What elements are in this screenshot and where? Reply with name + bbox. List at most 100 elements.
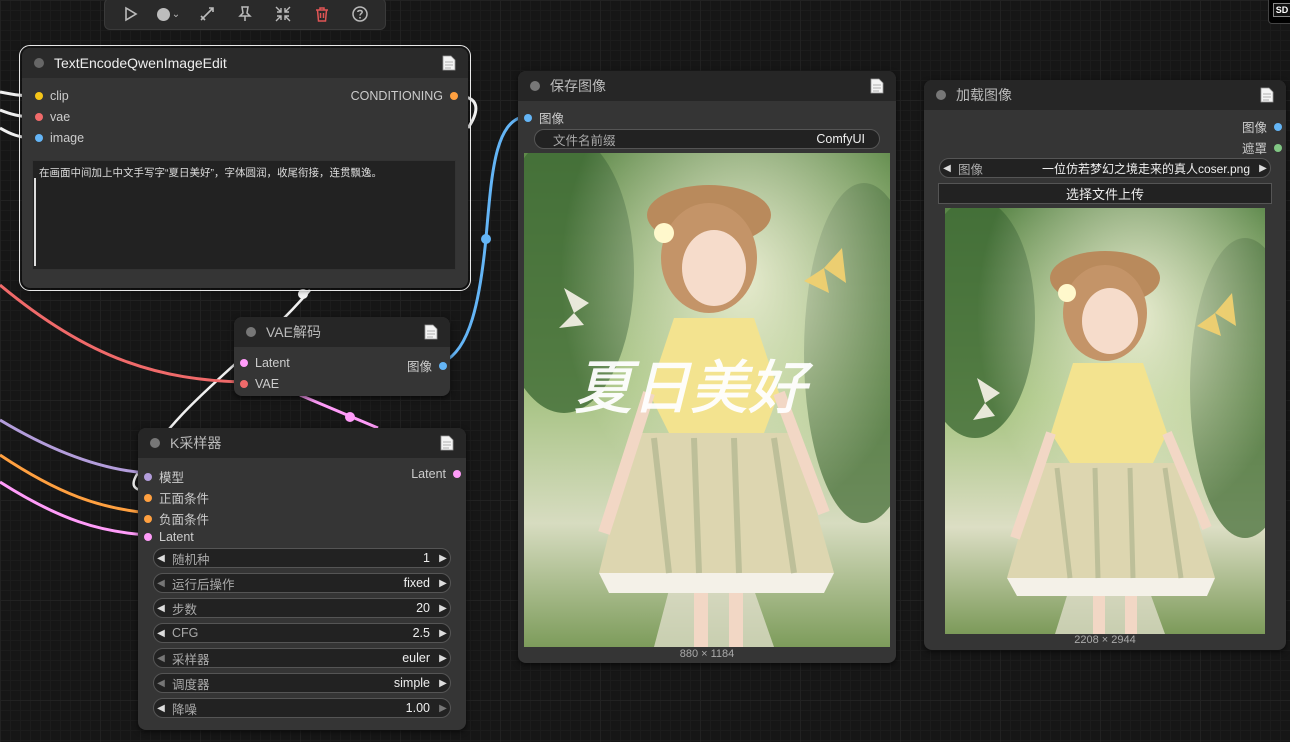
slot-latent[interactable]: Latent 图像 <box>234 353 450 374</box>
collapse-button[interactable] <box>270 1 296 27</box>
slot-vae[interactable]: VAE <box>234 374 450 395</box>
slot-mask-output[interactable]: 遮罩 <box>924 135 1286 156</box>
slot-negative[interactable]: 负面条件 <box>138 506 466 527</box>
model-slot-dot[interactable] <box>144 472 152 481</box>
seed-widget[interactable]: ◀ 随机种 1 ▶ <box>153 548 451 568</box>
image-slot-dot[interactable] <box>524 113 532 122</box>
increment-arrow-icon[interactable]: ▶ <box>436 678 450 689</box>
control-after-generate-widget[interactable]: ◀ 运行后操作 fixed ▶ <box>153 573 451 593</box>
slot-positive[interactable]: 正面条件 <box>138 485 466 506</box>
wire-latent-midpoint <box>345 412 355 422</box>
latent-slot-dot[interactable] <box>144 533 152 541</box>
latent-slot-dot[interactable] <box>240 359 248 367</box>
slot-label: VAE <box>255 377 280 391</box>
load-image-title-bar[interactable]: 加载图像 <box>924 80 1286 110</box>
negative-slot-dot[interactable] <box>144 514 152 523</box>
widget-label: 随机种 <box>172 552 210 567</box>
vae-slot-dot[interactable] <box>35 113 43 121</box>
node-collapse-dot[interactable] <box>150 438 160 448</box>
latent-output-label: Latent <box>411 467 446 481</box>
decrement-arrow-icon[interactable]: ◀ <box>154 653 168 664</box>
decrement-arrow-icon[interactable]: ◀ <box>154 578 168 589</box>
filename-prefix-widget[interactable]: 文件名前缀 ComfyUI <box>534 129 880 149</box>
decrement-arrow-icon[interactable]: ◀ <box>154 678 168 689</box>
node-title: VAE解码 <box>266 324 321 340</box>
increment-arrow-icon[interactable]: ▶ <box>436 578 450 589</box>
document-icon[interactable] <box>1260 87 1274 103</box>
increment-arrow-icon[interactable]: ▶ <box>436 553 450 564</box>
scheduler-widget[interactable]: ◀ 调度器 simple ▶ <box>153 673 451 693</box>
help-button[interactable] <box>347 1 373 27</box>
increment-arrow-icon[interactable]: ▶ <box>436 603 450 614</box>
image-slot-dot[interactable] <box>439 361 447 370</box>
increment-arrow-icon[interactable]: ▶ <box>436 628 450 639</box>
vae-decode-title-bar[interactable]: VAE解码 <box>234 317 450 347</box>
play-icon <box>125 6 138 22</box>
widget-value: 2.5 <box>412 626 430 640</box>
save-image-title-bar[interactable]: 保存图像 <box>518 71 896 101</box>
output-image-preview[interactable]: 夏日美好 <box>524 153 890 647</box>
slot-image-output[interactable]: 图像 <box>924 114 1286 135</box>
text-encode-title-bar[interactable]: TextEncodeQwenImageEdit <box>22 48 468 78</box>
decrement-arrow-icon[interactable]: ◀ <box>154 628 168 639</box>
increment-arrow-icon[interactable]: ▶ <box>1256 163 1270 174</box>
decrement-arrow-icon[interactable]: ◀ <box>154 553 168 564</box>
vae-decode-node[interactable]: VAE解码 Latent 图像 VAE <box>234 317 450 396</box>
denoise-widget[interactable]: ◀ 降噪 1.00 ▶ <box>153 698 451 718</box>
decrement-arrow-icon[interactable]: ◀ <box>154 603 168 614</box>
widget-label: 图像 <box>958 162 984 177</box>
widget-value: 1 <box>423 551 430 565</box>
save-image-node[interactable]: 保存图像 图像 文件名前缀 ComfyUI 夏日美好 880 × 1184 <box>518 71 896 663</box>
clip-slot-dot[interactable] <box>35 92 43 100</box>
image-slot-dot[interactable] <box>35 134 43 142</box>
ksampler-node[interactable]: K采样器 模型 Latent 正面条件 负面条件 Latent ◀ 随机种 1 ▶ ◀… <box>138 428 466 730</box>
node-collapse-dot[interactable] <box>34 58 44 68</box>
cfg-widget[interactable]: ◀ CFG 2.5 ▶ <box>153 623 451 643</box>
document-icon[interactable] <box>424 324 438 340</box>
run-button[interactable] <box>117 1 143 27</box>
node-collapse-dot[interactable] <box>936 90 946 100</box>
wire-model <box>0 418 149 475</box>
image-slot-dot[interactable] <box>1274 122 1282 131</box>
widget-value: simple <box>393 676 430 690</box>
overlay-calligraphy: 夏日美好 <box>574 354 813 422</box>
decrement-arrow-icon[interactable]: ◀ <box>940 163 954 174</box>
input-image-preview[interactable] <box>945 208 1265 634</box>
prompt-textarea[interactable]: 在画面中间加上中文手写字“夏日美好”，字体圆润，收尾衔接，连贯飘逸。 <box>32 160 456 270</box>
slot-image[interactable]: image <box>22 128 468 149</box>
wire-conditioning-midpoint <box>298 289 308 299</box>
sampler-widget[interactable]: ◀ 采样器 euler ▶ <box>153 648 451 668</box>
slot-vae[interactable]: vae <box>22 107 468 128</box>
slot-label: 负面条件 <box>159 513 210 527</box>
slot-label: clip <box>50 89 69 103</box>
upload-file-button[interactable]: 选择文件上传 <box>938 183 1272 204</box>
document-icon[interactable] <box>870 78 884 94</box>
slot-image[interactable]: 图像 <box>518 105 896 126</box>
vae-slot-dot[interactable] <box>240 380 248 388</box>
mask-slot-dot[interactable] <box>1274 143 1282 152</box>
pin-button[interactable] <box>232 1 258 27</box>
positive-slot-dot[interactable] <box>144 493 152 502</box>
document-icon[interactable] <box>442 55 456 71</box>
steps-widget[interactable]: ◀ 步数 20 ▶ <box>153 598 451 618</box>
node-collapse-dot[interactable] <box>246 327 256 337</box>
delete-button[interactable] <box>309 1 335 27</box>
slot-model[interactable]: 模型 Latent <box>138 464 466 485</box>
document-icon[interactable] <box>440 435 454 451</box>
widget-label: 降噪 <box>172 702 198 717</box>
latent-slot-dot[interactable] <box>453 470 461 478</box>
app-badge[interactable]: SD <box>1268 0 1290 24</box>
increment-arrow-icon[interactable]: ▶ <box>436 703 450 714</box>
slot-clip[interactable]: clip CONDITIONING <box>22 86 468 107</box>
increment-arrow-icon[interactable]: ▶ <box>436 653 450 664</box>
image-select-widget[interactable]: ◀ 图像 一位仿若梦幻之境走来的真人coser.png ▶ <box>939 158 1271 178</box>
slot-latent[interactable]: Latent <box>138 527 466 548</box>
ksampler-title-bar[interactable]: K采样器 <box>138 428 466 458</box>
decrement-arrow-icon[interactable]: ◀ <box>154 703 168 714</box>
conditioning-slot-dot[interactable] <box>450 92 458 100</box>
text-encode-node[interactable]: TextEncodeQwenImageEdit clip CONDITIONIN… <box>19 45 471 291</box>
node-collapse-dot[interactable] <box>530 81 540 91</box>
color-picker-button[interactable]: ⌄ <box>155 1 181 27</box>
load-image-node[interactable]: 加载图像 图像 遮罩 ◀ 图像 一位仿若梦幻之境走来的真人coser.png ▶ 选择… <box>924 80 1286 650</box>
bypass-button[interactable] <box>194 1 220 27</box>
